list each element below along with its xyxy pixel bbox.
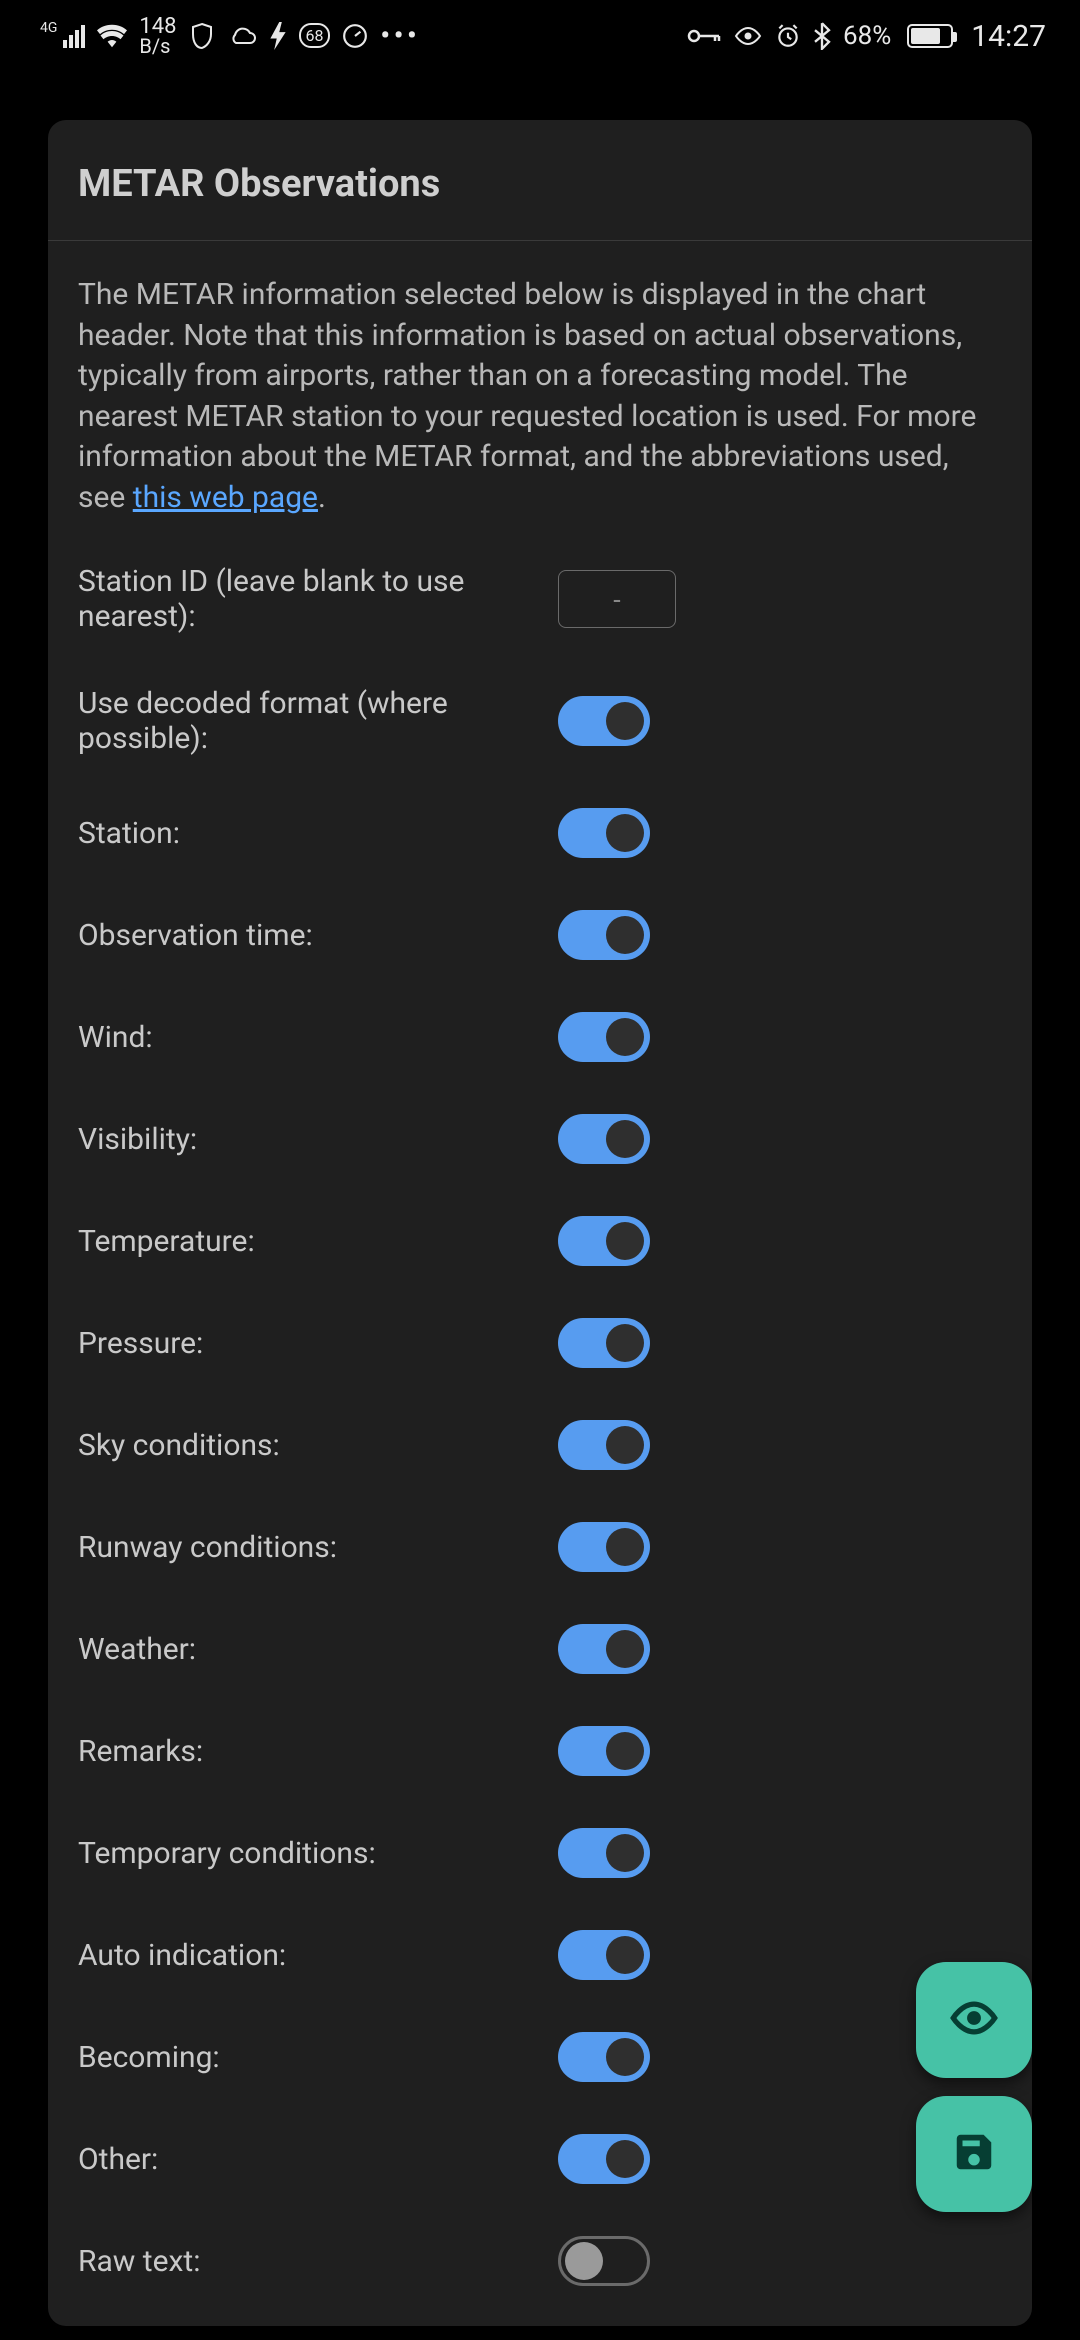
save-icon xyxy=(951,2129,997,2179)
row-wind: Wind: xyxy=(78,1012,1002,1062)
row-sky: Sky conditions: xyxy=(78,1420,1002,1470)
signal-icon xyxy=(63,24,85,48)
row-other: Other: xyxy=(78,2134,1002,2184)
row-becoming: Becoming: xyxy=(78,2032,1002,2082)
toggle-label-sky: Sky conditions: xyxy=(78,1428,558,1463)
toggle-label-becoming: Becoming: xyxy=(78,2040,558,2075)
row-auto: Auto indication: xyxy=(78,1930,1002,1980)
toggle-label-temp: Temperature: xyxy=(78,1224,558,1259)
toggle-weather[interactable] xyxy=(558,1624,650,1674)
card-header: METAR Observations xyxy=(48,120,1032,241)
card-title: METAR Observations xyxy=(78,162,1002,206)
toggle-label-weather: Weather: xyxy=(78,1632,558,1667)
toggle-label-station: Station: xyxy=(78,816,558,851)
toggle-label-auto: Auto indication: xyxy=(78,1938,558,1973)
preview-fab[interactable] xyxy=(916,1962,1032,2078)
network-speed-unit: B/s xyxy=(139,37,170,55)
toggle-wind[interactable] xyxy=(558,1012,650,1062)
gauge-icon xyxy=(342,23,368,49)
toggle-label-tempcond: Temporary conditions: xyxy=(78,1836,558,1871)
row-runway: Runway conditions: xyxy=(78,1522,1002,1572)
station-id-input[interactable] xyxy=(558,570,676,628)
toggle-remarks[interactable] xyxy=(558,1726,650,1776)
toggle-tempcond[interactable] xyxy=(558,1828,650,1878)
row-station-id: Station ID (leave blank to use nearest): xyxy=(78,564,1002,634)
description-link[interactable]: this web page xyxy=(133,480,318,515)
toggle-label-pressure: Pressure: xyxy=(78,1326,558,1361)
toggle-label-other: Other: xyxy=(78,2142,558,2177)
toggle-other[interactable] xyxy=(558,2134,650,2184)
row-temp: Temperature: xyxy=(78,1216,1002,1266)
eye-icon xyxy=(948,2000,1000,2040)
vpn-key-icon xyxy=(687,26,721,46)
row-decoded: Use decoded format (where possible): xyxy=(78,686,1002,756)
toggle-station[interactable] xyxy=(558,808,650,858)
metar-observations-card: METAR Observations The METAR information… xyxy=(48,120,1032,2326)
toggle-decoded[interactable] xyxy=(558,696,650,746)
toggle-visibility[interactable] xyxy=(558,1114,650,1164)
toggle-pressure[interactable] xyxy=(558,1318,650,1368)
row-visibility: Visibility: xyxy=(78,1114,1002,1164)
row-station: Station: xyxy=(78,808,1002,858)
toggle-label-visibility: Visibility: xyxy=(78,1122,558,1157)
row-pressure: Pressure: xyxy=(78,1318,1002,1368)
toggle-label-decoded: Use decoded format (where possible): xyxy=(78,686,558,756)
description-text: The METAR information selected below is … xyxy=(78,275,1002,518)
speedometer-badge-value: 68 xyxy=(306,26,324,45)
toggle-runway[interactable] xyxy=(558,1522,650,1572)
status-right: 68% 14:27 xyxy=(687,19,1046,54)
station-id-label: Station ID (leave blank to use nearest): xyxy=(78,564,558,634)
toggle-auto[interactable] xyxy=(558,1930,650,1980)
cloud-icon xyxy=(227,25,257,47)
toggle-sky[interactable] xyxy=(558,1420,650,1470)
toggle-label-rawtext: Raw text: xyxy=(78,2244,558,2279)
row-tempcond: Temporary conditions: xyxy=(78,1828,1002,1878)
shield-icon xyxy=(189,22,215,50)
toggle-label-runway: Runway conditions: xyxy=(78,1530,558,1565)
row-rawtext: Raw text: xyxy=(78,2236,1002,2286)
status-bar: 4G 148 B/s 68 ••• xyxy=(0,0,1080,72)
more-notifications-icon: ••• xyxy=(380,21,420,51)
clock: 14:27 xyxy=(971,19,1046,54)
network-speed: 148 B/s xyxy=(139,17,176,55)
row-weather: Weather: xyxy=(78,1624,1002,1674)
toggle-becoming[interactable] xyxy=(558,2032,650,2082)
wifi-icon xyxy=(97,24,127,48)
speedometer-badge-icon: 68 xyxy=(299,23,331,48)
battery-icon xyxy=(907,24,953,48)
toggle-label-obstime: Observation time: xyxy=(78,918,558,953)
battery-percent: 68% xyxy=(843,21,891,51)
status-left: 4G 148 B/s 68 ••• xyxy=(40,17,421,55)
description-post: . xyxy=(318,480,326,515)
eye-icon xyxy=(733,26,763,46)
card-body: The METAR information selected below is … xyxy=(48,241,1032,2326)
toggle-label-remarks: Remarks: xyxy=(78,1734,558,1769)
save-fab[interactable] xyxy=(916,2096,1032,2212)
toggle-obstime[interactable] xyxy=(558,910,650,960)
lightning-icon xyxy=(269,22,287,50)
row-obstime: Observation time: xyxy=(78,910,1002,960)
row-remarks: Remarks: xyxy=(78,1726,1002,1776)
alarm-icon xyxy=(775,23,801,49)
toggle-temp[interactable] xyxy=(558,1216,650,1266)
network-type-label: 4G xyxy=(40,21,57,35)
toggle-label-wind: Wind: xyxy=(78,1020,558,1055)
bluetooth-icon xyxy=(813,22,831,50)
toggle-rawtext[interactable] xyxy=(558,2236,650,2286)
